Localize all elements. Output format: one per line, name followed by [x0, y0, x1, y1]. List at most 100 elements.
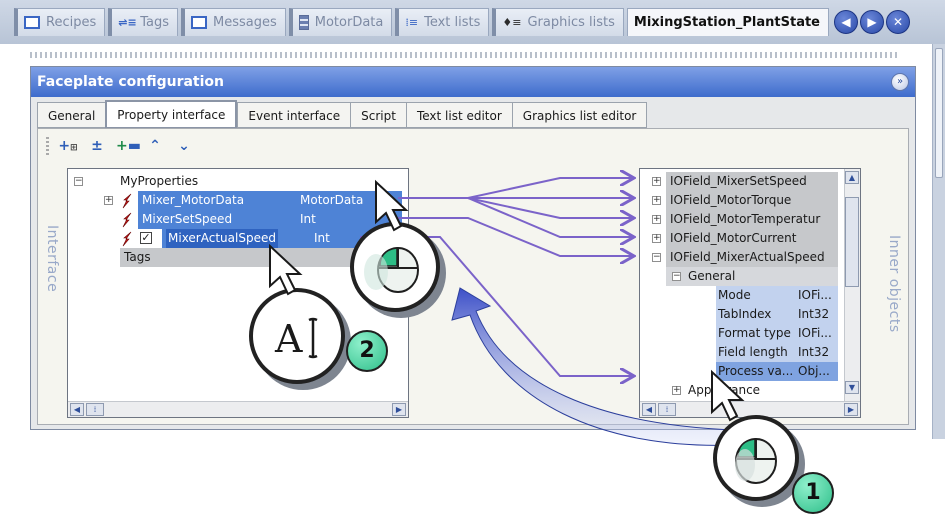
property-type: Int32 — [798, 345, 830, 359]
interface-side-label: Interface — [44, 225, 60, 293]
tab-motordata[interactable]: MotorData — [288, 8, 393, 36]
item-type: MotorData — [300, 193, 364, 207]
item-name[interactable]: MixerActualSpeed — [166, 229, 278, 248]
inner-objects-vertical-scrollbar[interactable]: ▲ ▼ — [844, 169, 860, 401]
property-name: Mode — [718, 288, 751, 302]
list-icon: ♦≡ — [502, 16, 522, 29]
tab-property-interface[interactable]: Property interface — [105, 100, 238, 129]
tab-recipes[interactable]: Recipes — [14, 8, 106, 36]
text-edit-callout: A — [249, 288, 345, 384]
item-type: Int — [314, 231, 330, 245]
tab-event-interface[interactable]: Event interface — [237, 102, 351, 128]
item-name: IOField_MixerSetSpeed — [670, 174, 807, 188]
add-tag-icon[interactable]: +▬ — [116, 137, 141, 155]
tab-messages[interactable]: Messages — [181, 8, 286, 36]
tab-text-list-editor[interactable]: Text list editor — [405, 102, 512, 128]
item-name: IOField_MotorTorque — [670, 193, 792, 207]
item-name: Tags — [124, 250, 151, 264]
window-icon — [24, 16, 40, 29]
scroll-left-icon[interactable]: ◀ — [642, 403, 656, 416]
move-down-icon[interactable]: ⌄ — [174, 137, 194, 155]
mouse-drag-callout — [350, 222, 440, 312]
list-icon: ⁞≡ — [405, 16, 419, 29]
interface-toolbar: +⊞ ± +▬ ⌃ ⌄ — [46, 137, 194, 155]
property-row-field-length[interactable]: Field length Int32 — [716, 343, 838, 362]
property-name: Process va... — [718, 364, 794, 378]
previous-tab-button[interactable]: ◀ — [834, 10, 858, 34]
scrollbar-thumb[interactable]: ⁞ — [658, 403, 676, 416]
item-name: IOField_MotorCurrent — [670, 231, 797, 245]
scroll-left-icon[interactable]: ◀ — [70, 403, 84, 416]
property-row-format-type[interactable]: Format type IOFi... — [716, 324, 838, 343]
collapse-toggle-icon[interactable]: − — [652, 253, 661, 262]
scroll-right-icon[interactable]: ▶ — [392, 403, 406, 416]
scroll-down-icon[interactable]: ▼ — [845, 381, 859, 394]
collapse-chevron-icon[interactable]: » — [891, 73, 909, 91]
tab-graphics-list-editor[interactable]: Graphics list editor — [511, 102, 648, 128]
tab-text-lists[interactable]: ⁞≡ Text lists — [395, 8, 490, 36]
database-icon — [298, 15, 309, 30]
editor-vertical-scrollbar[interactable] — [932, 44, 945, 439]
tree-item-iofield-motortorque[interactable]: IOField_MotorTorque — [666, 191, 838, 210]
tree-group-general[interactable]: − General — [666, 267, 838, 286]
tab-script[interactable]: Script — [350, 102, 406, 128]
tab-general[interactable]: General — [37, 102, 106, 128]
tab-label: Graphics lists — [527, 15, 615, 30]
next-tab-button[interactable]: ▶ — [860, 10, 884, 34]
expand-toggle-icon[interactable]: + — [652, 196, 661, 205]
faceplate-configuration-panel: Faceplate configuration » General Proper… — [30, 66, 916, 430]
tab-tags[interactable]: ⇌≡ Tags — [108, 8, 179, 36]
move-up-icon[interactable]: ⌃ — [145, 137, 165, 155]
ruler-dots — [30, 52, 900, 58]
lightning-link-icon — [122, 231, 132, 247]
tree-item-iofield-motortemperatur[interactable]: IOField_MotorTemperatur — [666, 210, 838, 229]
close-tab-button[interactable]: ✕ — [886, 10, 910, 34]
tree-item-iofield-mixersetspeed[interactable]: IOField_MixerSetSpeed — [666, 172, 838, 191]
property-row-tabindex[interactable]: TabIndex Int32 — [716, 305, 838, 324]
scroll-up-icon[interactable]: ▲ — [845, 171, 859, 184]
add-category-icon[interactable]: +⊞ — [58, 137, 78, 155]
property-type: Obj... — [798, 364, 830, 378]
tree-item-iofield-mixeractualspeed[interactable]: IOField_MixerActualSpeed — [666, 248, 838, 267]
tree-group-appearance[interactable]: + Appearance — [666, 381, 838, 400]
expand-toggle-icon[interactable]: + — [672, 386, 681, 395]
tab-label: Recipes — [46, 15, 97, 30]
item-name: MixerSetSpeed — [142, 212, 233, 226]
add-property-icon[interactable]: ± — [87, 137, 107, 155]
group-label: Appearance — [688, 383, 761, 397]
interface-horizontal-scrollbar[interactable]: ◀ ⁞ ▶ — [68, 401, 408, 417]
expand-toggle-icon[interactable]: + — [652, 215, 661, 224]
scroll-right-icon[interactable]: ▶ — [844, 403, 858, 416]
scrollbar-thumb[interactable] — [845, 197, 859, 287]
step-number-badge: 1 — [792, 472, 834, 514]
tab-label: Text lists — [424, 15, 481, 30]
collapse-toggle-icon[interactable]: − — [74, 177, 83, 186]
inner-objects-tree[interactable]: IOField_MixerSetSpeed + IOField_MotorTor… — [639, 168, 861, 418]
scrollbar-thumb[interactable]: ⁞ — [86, 403, 104, 416]
expand-toggle-icon[interactable]: + — [652, 177, 661, 186]
tree-item-mixeractualspeed[interactable]: MixerActualSpeed Int — [162, 229, 376, 248]
text-cursor-icon: A — [274, 317, 318, 361]
property-type: IOFi... — [798, 288, 832, 302]
tab-label: Messages — [213, 15, 277, 30]
tab-graphics-lists[interactable]: ♦≡ Graphics lists — [492, 8, 624, 36]
property-name: TabIndex — [718, 307, 772, 321]
document-tab-bar: Recipes ⇌≡ Tags Messages MotorData ⁞≡ Te… — [0, 0, 945, 44]
scrollbar-thumb[interactable] — [935, 48, 943, 178]
tree-item-mixer-motordata[interactable]: Mixer_MotorData MotorData — [138, 191, 402, 210]
property-name: Format type — [718, 326, 791, 340]
lightning-link-icon — [122, 212, 132, 228]
property-type: IOFi... — [798, 326, 832, 340]
tree-item-iofield-motorcurrent[interactable]: IOField_MotorCurrent — [666, 229, 838, 248]
collapse-toggle-icon[interactable]: − — [672, 272, 681, 281]
expand-toggle-icon[interactable]: + — [104, 196, 113, 205]
svg-text:A: A — [274, 317, 303, 361]
tree-root-row[interactable]: − MyProperties — [68, 172, 402, 191]
checkbox[interactable]: ✓ — [140, 232, 152, 244]
property-row-mode[interactable]: Mode IOFi... — [716, 286, 838, 305]
tab-label: MixingStation_PlantState — [633, 15, 820, 30]
property-row-process-value[interactable]: Process va... Obj... — [716, 362, 838, 381]
expand-toggle-icon[interactable]: + — [652, 234, 661, 243]
tab-mixingstation-plantstate[interactable]: MixingStation_PlantState — [626, 8, 829, 36]
group-label: General — [688, 269, 736, 283]
